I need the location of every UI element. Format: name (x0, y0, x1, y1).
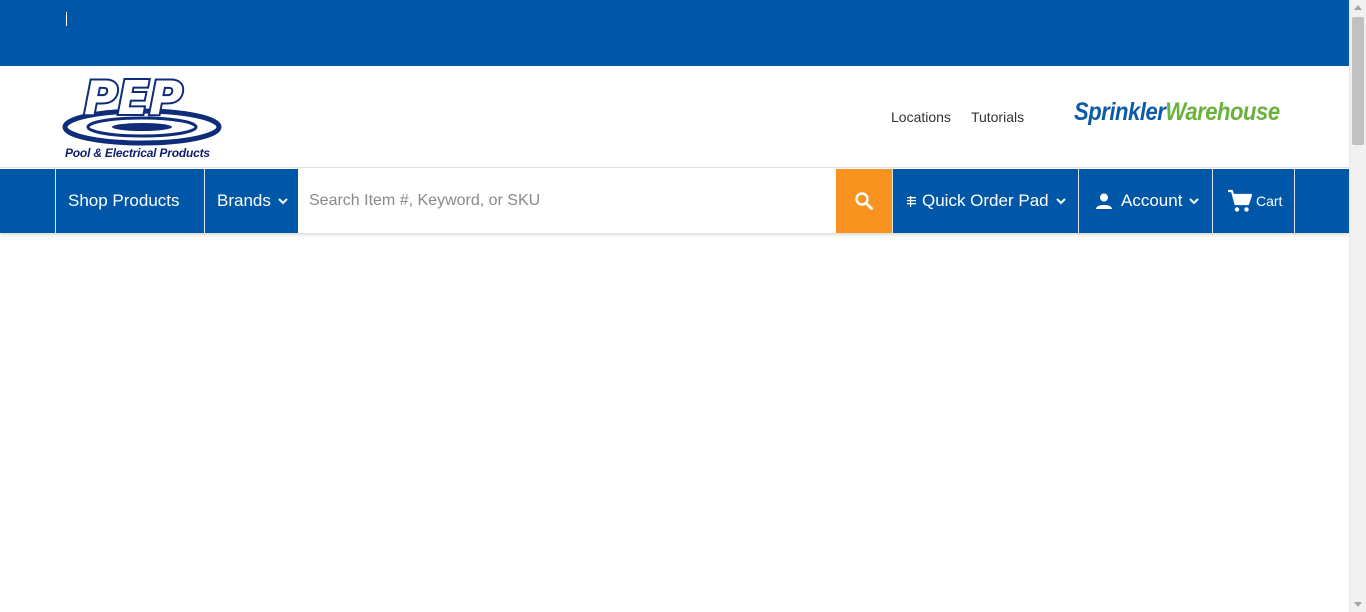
account-dropdown[interactable]: Account (1078, 169, 1213, 233)
scroll-up-arrow-icon[interactable] (1354, 5, 1362, 10)
logo-caption: Pool & Electrical Products (65, 146, 210, 160)
partner-logo-part2: Warehouse (1165, 98, 1280, 126)
cart-label: Cart (1256, 193, 1283, 209)
main-nav: Shop Products Brands Quick Order Pad (0, 169, 1349, 233)
list-icon (907, 195, 916, 207)
scrollbar-thumb[interactable] (1352, 17, 1364, 145)
top-bar-divider (66, 12, 67, 26)
shop-products-label: Shop Products (68, 191, 180, 210)
tutorials-link[interactable]: Tutorials (971, 109, 1024, 125)
chevron-down-icon (1055, 198, 1066, 205)
logo-letters: PEP (84, 74, 183, 125)
scroll-down-arrow-icon[interactable] (1354, 602, 1362, 607)
locations-link[interactable]: Locations (891, 109, 951, 125)
search-input[interactable] (298, 169, 836, 233)
account-label: Account (1121, 191, 1183, 210)
partner-logo-part1: Sprinkler (1074, 98, 1166, 126)
header-links: Locations Tutorials (891, 109, 1024, 125)
user-icon (1096, 193, 1112, 209)
page-scrollbar[interactable] (1349, 0, 1366, 612)
search-button[interactable] (836, 169, 892, 233)
quick-order-pad-label: Quick Order Pad (922, 191, 1049, 210)
site-header: PEP Pool & Electrical Products Locations… (0, 66, 1349, 168)
chevron-down-icon (1189, 198, 1200, 205)
brands-label: Brands (217, 191, 271, 210)
cart-icon (1228, 189, 1253, 212)
sprinkler-warehouse-logo[interactable]: SprinklerWarehouse (1074, 98, 1280, 127)
page: PEP Pool & Electrical Products Locations… (0, 0, 1366, 612)
chevron-down-icon (278, 198, 288, 205)
shop-products-button[interactable]: Shop Products (55, 169, 205, 233)
top-utility-bar (0, 0, 1349, 66)
pep-logo-mark: PEP (62, 69, 222, 146)
search-icon (855, 192, 873, 210)
quick-order-pad-dropdown[interactable]: Quick Order Pad (892, 169, 1079, 233)
brands-dropdown[interactable]: Brands (204, 169, 298, 233)
cart-button[interactable]: Cart (1212, 169, 1295, 233)
